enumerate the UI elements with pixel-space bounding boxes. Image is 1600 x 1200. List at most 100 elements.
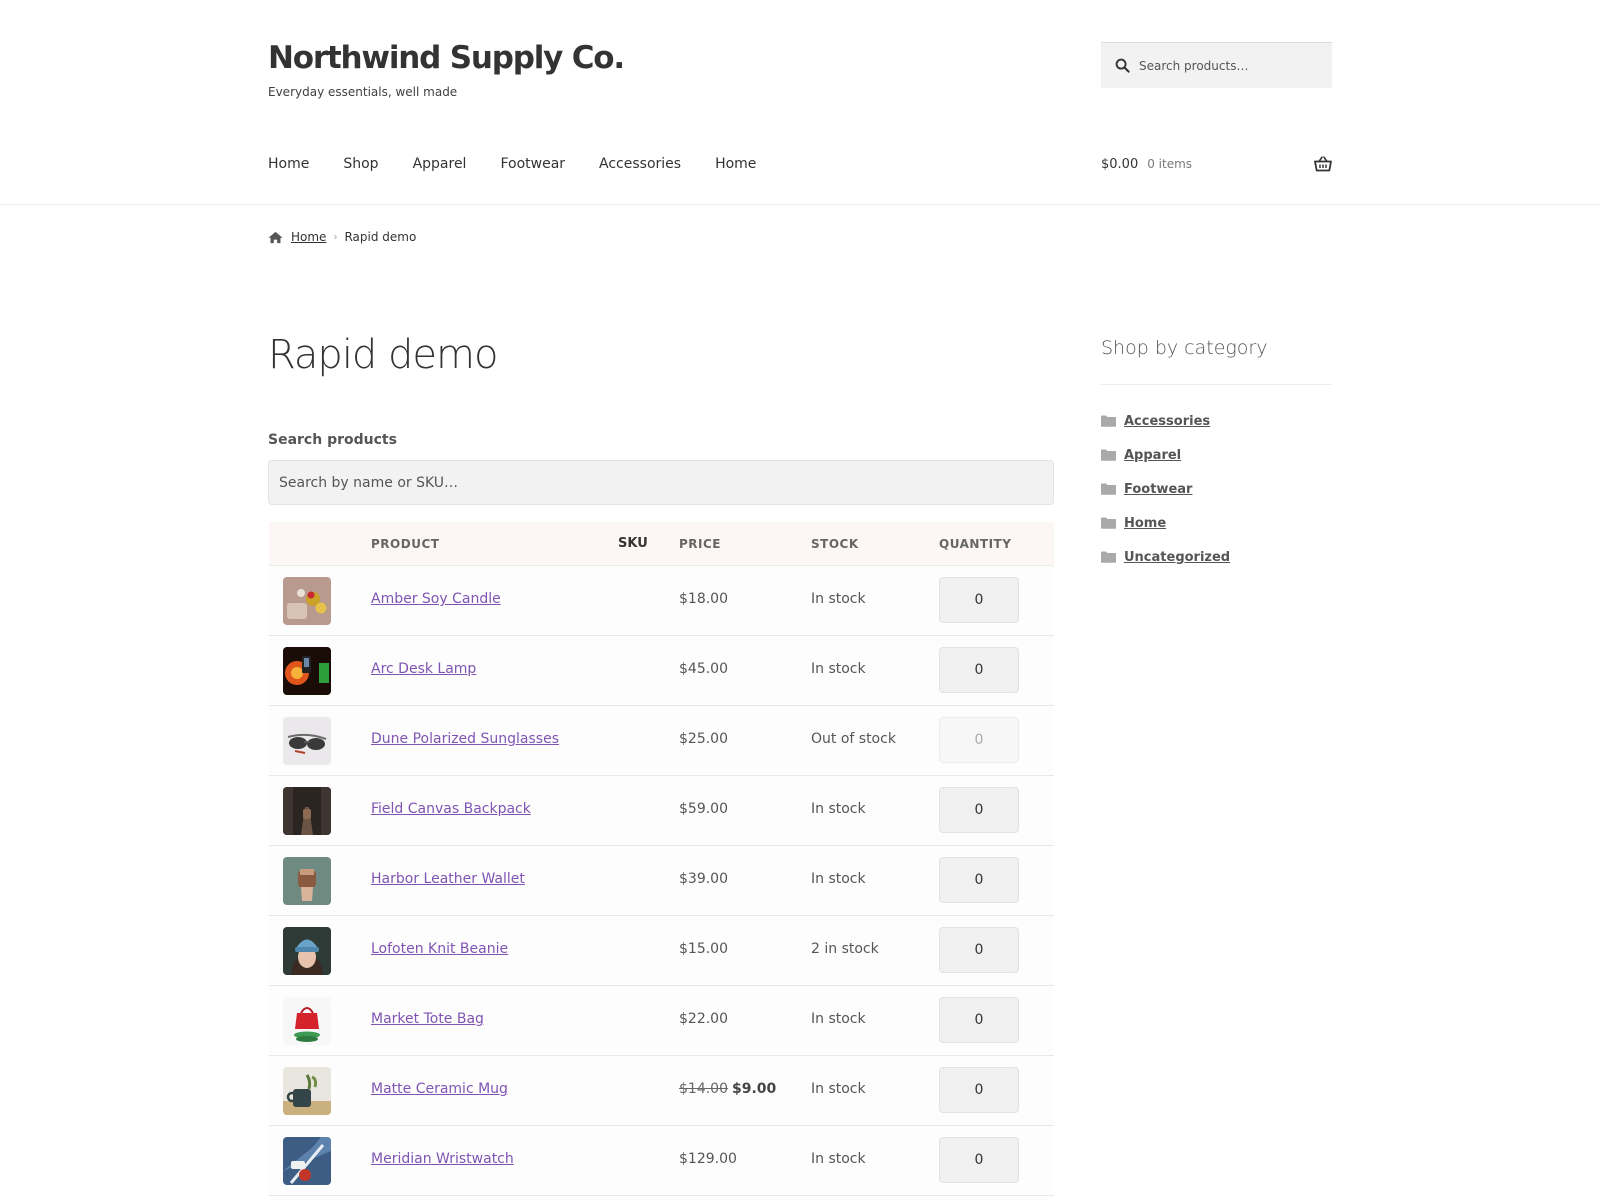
stock-status: In stock — [811, 1081, 866, 1097]
quantity-input[interactable] — [939, 1137, 1019, 1183]
product-table-header: PRODUCT SKU PRICE STOCK QUANTITY — [269, 522, 1054, 566]
product-link[interactable]: Amber Soy Candle — [371, 591, 501, 607]
category-link-home[interactable]: Home — [1124, 516, 1166, 531]
table-row: Harbor Leather Wallet $39.00 In stock — [269, 846, 1054, 916]
nav-item-shop[interactable]: Shop — [343, 156, 378, 172]
breadcrumb-separator: › — [333, 231, 338, 243]
quantity-input[interactable] — [939, 787, 1019, 833]
product-link[interactable]: Field Canvas Backpack — [371, 801, 531, 817]
breadcrumb: Home › Rapid demo — [268, 230, 416, 244]
product-link[interactable]: Market Tote Bag — [371, 1011, 484, 1027]
category-link-uncategorized[interactable]: Uncategorized — [1124, 550, 1230, 565]
table-row: Dune Polarized Sunglasses $25.00 Out of … — [269, 706, 1054, 776]
column-header-quantity: QUANTITY — [939, 537, 1012, 551]
nav-item-apparel[interactable]: Apparel — [413, 156, 467, 172]
home-icon — [268, 231, 283, 243]
product-price: $22.00 — [679, 1011, 728, 1027]
search-icon — [1115, 58, 1130, 73]
basket-icon[interactable] — [1314, 156, 1332, 172]
header-search-input[interactable] — [1139, 58, 1329, 73]
quantity-input[interactable] — [939, 927, 1019, 973]
table-row: Meridian Wristwatch $129.00 In stock — [269, 1126, 1054, 1196]
quantity-input[interactable] — [939, 1067, 1019, 1113]
product-link[interactable]: Meridian Wristwatch — [371, 1151, 514, 1167]
site-title[interactable]: Northwind Supply Co. — [268, 40, 625, 76]
breadcrumb-current: Rapid demo — [344, 230, 417, 244]
folder-icon — [1101, 415, 1116, 427]
folder-icon — [1101, 483, 1116, 495]
category-link-footwear[interactable]: Footwear — [1124, 482, 1192, 497]
column-header-price[interactable]: PRICE — [679, 537, 721, 551]
category-item: Accessories — [1101, 404, 1230, 438]
column-header-product[interactable]: PRODUCT — [371, 537, 439, 551]
header-search[interactable] — [1101, 42, 1332, 88]
folder-icon — [1101, 517, 1116, 529]
product-thumbnail[interactable] — [283, 1067, 331, 1115]
stock-status: In stock — [811, 871, 866, 887]
category-item: Footwear — [1101, 472, 1230, 506]
table-row: Matte Ceramic Mug $14.00 $9.00 In stock — [269, 1056, 1054, 1126]
nav-item-footwear[interactable]: Footwear — [500, 156, 565, 172]
quantity-input[interactable] — [939, 857, 1019, 903]
page-title: Rapid demo — [268, 332, 498, 378]
product-thumbnail[interactable] — [283, 647, 331, 695]
nav-item-home-category[interactable]: Home — [715, 156, 756, 172]
category-item: Uncategorized — [1101, 540, 1230, 574]
product-thumbnail[interactable] — [283, 577, 331, 625]
table-row: Amber Soy Candle $18.00 In stock — [269, 566, 1054, 636]
stock-status: Out of stock — [811, 731, 896, 747]
product-price: $59.00 — [679, 801, 728, 817]
category-item: Apparel — [1101, 438, 1230, 472]
nav-item-accessories[interactable]: Accessories — [599, 156, 681, 172]
product-thumbnail[interactable] — [283, 1137, 331, 1185]
stock-status: In stock — [811, 1011, 866, 1027]
table-row: Lofoten Knit Beanie $15.00 2 in stock — [269, 916, 1054, 986]
category-link-apparel[interactable]: Apparel — [1124, 448, 1181, 463]
product-price: $25.00 — [679, 731, 728, 747]
product-price: $39.00 — [679, 871, 728, 887]
breadcrumb-home-link[interactable]: Home — [291, 230, 326, 244]
product-thumbnail[interactable] — [283, 787, 331, 835]
header-divider — [0, 204, 1600, 205]
stock-status: In stock — [811, 591, 866, 607]
product-price: $14.00 $9.00 — [679, 1081, 776, 1097]
table-row: Arc Desk Lamp $45.00 In stock — [269, 636, 1054, 706]
cart-count[interactable]: 0 items — [1147, 157, 1192, 171]
product-search-input[interactable] — [268, 460, 1054, 505]
quantity-input — [939, 717, 1019, 763]
nav-item-home[interactable]: Home — [268, 156, 309, 172]
folder-icon — [1101, 449, 1116, 461]
stock-status: 2 in stock — [811, 941, 879, 957]
product-thumbnail[interactable] — [283, 857, 331, 905]
category-link-accessories[interactable]: Accessories — [1124, 414, 1210, 429]
category-list: Accessories Apparel Footwear Home Uncate… — [1101, 404, 1230, 574]
category-item: Home — [1101, 506, 1230, 540]
product-link[interactable]: Lofoten Knit Beanie — [371, 941, 508, 957]
sale-price: $9.00 — [732, 1081, 777, 1097]
quantity-input[interactable] — [939, 647, 1019, 693]
site-description: Everyday essentials, well made — [268, 85, 458, 99]
stock-status: In stock — [811, 661, 866, 677]
regular-price: $14.00 — [679, 1081, 728, 1097]
column-header-sku[interactable]: SKU — [618, 536, 648, 551]
product-link[interactable]: Dune Polarized Sunglasses — [371, 731, 559, 747]
stock-status: In stock — [811, 801, 866, 817]
quantity-input[interactable] — [939, 577, 1019, 623]
product-thumbnail[interactable] — [283, 997, 331, 1045]
product-link[interactable]: Matte Ceramic Mug — [371, 1081, 508, 1097]
table-row: Field Canvas Backpack $59.00 In stock — [269, 776, 1054, 846]
quantity-input[interactable] — [939, 997, 1019, 1043]
product-price: $129.00 — [679, 1151, 737, 1167]
product-price: $18.00 — [679, 591, 728, 607]
stock-status: In stock — [811, 1151, 866, 1167]
product-thumbnail[interactable] — [283, 717, 331, 765]
folder-icon — [1101, 551, 1116, 563]
cart-total[interactable]: $0.00 — [1101, 157, 1138, 172]
header-cart[interactable]: $0.00 0 items — [1101, 156, 1332, 172]
product-link[interactable]: Harbor Leather Wallet — [371, 871, 525, 887]
sidebar-widget-title: Shop by category — [1101, 337, 1268, 359]
product-link[interactable]: Arc Desk Lamp — [371, 661, 476, 677]
primary-nav: Home Shop Apparel Footwear Accessories H… — [268, 156, 790, 172]
column-header-stock[interactable]: STOCK — [811, 537, 859, 551]
product-thumbnail[interactable] — [283, 927, 331, 975]
